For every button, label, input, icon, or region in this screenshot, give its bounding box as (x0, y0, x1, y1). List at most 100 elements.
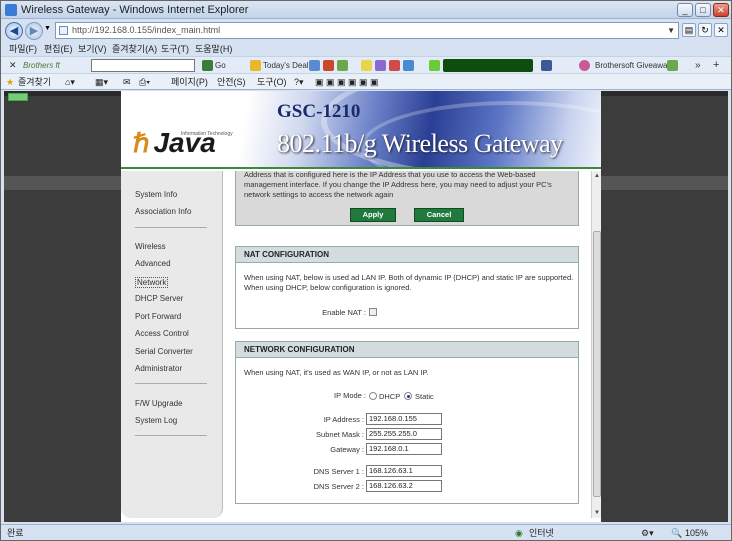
gateway-input[interactable]: 192.168.0.1 (366, 443, 442, 455)
menu-tools[interactable]: 도구(T) (161, 42, 189, 56)
menu-edit[interactable]: 편집(E) (44, 42, 73, 56)
admin-page: ℏ Java Information Technology GSC-1210 80… (121, 91, 601, 522)
page-scrollbar[interactable]: ▲ ▼ (591, 171, 601, 518)
brothersoft-toolbar: ✕ Brothers ft Go Today's Deal Brothersof… (1, 56, 731, 73)
refresh-icon[interactable]: ↻ (698, 23, 712, 37)
dhcp-radio[interactable] (369, 392, 377, 400)
mail-icon[interactable]: ✉ (123, 76, 131, 88)
toolbar-search-input[interactable] (91, 59, 195, 72)
sidebar-item-association-info[interactable]: Association Info (135, 207, 191, 216)
subnet-mask-input[interactable]: 255.255.255.0 (366, 428, 442, 440)
toolbar-g-icon[interactable] (667, 60, 678, 71)
maximize-button[interactable]: □ (695, 3, 711, 17)
dhcp-label: DHCP (379, 392, 401, 401)
media-player-widget[interactable] (443, 59, 533, 72)
feeds-icon[interactable]: ▦▾ (95, 76, 108, 88)
sidebar-item-dhcp-server[interactable]: DHCP Server (135, 294, 183, 303)
network-description: When using NAT, it's used as WAN IP, or … (244, 368, 429, 377)
page-menu[interactable]: 페이지(P) (171, 76, 208, 88)
sidebar-item-advanced[interactable]: Advanced (135, 259, 171, 268)
toolbar-app-icon[interactable] (375, 60, 386, 71)
gateway-label: Gateway : (330, 445, 364, 454)
menu-favorites[interactable]: 즐겨찾기(A) (112, 42, 157, 56)
zoom-icon[interactable]: 🔍 (671, 525, 682, 540)
status-text: 완료 (7, 528, 24, 538)
enable-nat-label: Enable NAT : (322, 308, 366, 317)
page-indicator-icon (8, 93, 28, 101)
minimize-button[interactable]: _ (677, 3, 693, 17)
enable-nat-checkbox[interactable] (369, 308, 377, 316)
internet-zone-icon: ◉ (515, 528, 523, 538)
tools-menu[interactable]: 도구(O) (257, 76, 287, 88)
toolbar-deal[interactable]: Today's Deal (263, 60, 309, 71)
sidebar-nav: System Info Association Info Wireless Ad… (121, 171, 223, 518)
static-radio[interactable] (404, 392, 412, 400)
home-icon[interactable]: ⌂▾ (65, 76, 75, 88)
go-icon[interactable] (202, 60, 213, 71)
sidebar-item-administrator[interactable]: Administrator (135, 364, 182, 373)
sidebar-item-system-log[interactable]: System Log (135, 416, 177, 425)
model-name: GSC-1210 (277, 101, 361, 122)
sidebar-item-fw-upgrade[interactable]: F/W Upgrade (135, 399, 183, 408)
subnet-mask-label: Subnet Mask : (316, 430, 364, 439)
ip-config-text: Address that is configured here is the I… (244, 171, 552, 199)
toolbar-app-icon[interactable] (403, 60, 414, 71)
address-bar: ◀ ▶ ▼ http://192.168.0.155/index_main.ht… (1, 20, 731, 42)
sidebar-item-access-control[interactable]: Access Control (135, 329, 189, 338)
toolbar-app-icon[interactable] (309, 60, 320, 71)
dns2-label: DNS Server 2 : (313, 482, 364, 491)
dns1-input[interactable]: 168.126.63.1 (366, 465, 442, 477)
safety-menu[interactable]: 안전(S) (217, 76, 246, 88)
cancel-button[interactable]: Cancel (414, 208, 464, 222)
sidebar-divider (135, 435, 207, 436)
zoom-level[interactable]: 105% (685, 525, 708, 540)
ip-config-box: Address that is configured here is the I… (235, 171, 579, 226)
back-button[interactable]: ◀ (5, 22, 23, 40)
toolbar-app-icon[interactable] (337, 60, 348, 71)
close-button[interactable]: ✕ (713, 3, 729, 17)
help-icon[interactable]: ?▾ (294, 76, 304, 88)
favorites-button[interactable]: 즐겨찾기 (18, 76, 51, 88)
scroll-down-icon[interactable]: ▼ (592, 508, 602, 518)
menu-file[interactable]: 파일(F) (9, 42, 37, 56)
browser-window: Wireless Gateway - Windows Internet Expl… (0, 0, 732, 541)
web-content: ℏ Java Information Technology GSC-1210 80… (4, 91, 728, 522)
toolbar-go[interactable]: Go (215, 60, 226, 71)
stop-icon[interactable]: ✕ (714, 23, 728, 37)
network-header: NETWORK CONFIGURATION (236, 342, 578, 358)
sidebar-item-wireless[interactable]: Wireless (135, 242, 166, 251)
forward-button[interactable]: ▶ (25, 22, 43, 40)
page-icon (59, 26, 68, 35)
dns2-input[interactable]: 168.126.63.2 (366, 480, 442, 492)
compat-icon[interactable]: ▤ (682, 23, 696, 37)
addon-icons[interactable]: ▣ ▣ ▣ ▣ ▣ ▣ (315, 76, 379, 88)
scroll-thumb[interactable] (593, 231, 601, 497)
toolbar-add-icon[interactable]: + (713, 60, 719, 71)
print-icon[interactable]: ⎙▾ (139, 76, 150, 88)
scroll-up-icon[interactable]: ▲ (592, 171, 602, 181)
protected-mode-icon[interactable]: ⚙▾ (641, 525, 654, 540)
youtube-icon[interactable] (389, 60, 400, 71)
sidebar-item-network[interactable]: Network (135, 277, 169, 288)
sidebar-item-serial-converter[interactable]: Serial Converter (135, 347, 193, 356)
sidebar-divider (135, 227, 207, 228)
toolbar-brand: Brothers ft (23, 61, 60, 70)
toolbar-app-icon[interactable] (429, 60, 440, 71)
url-dropdown-icon[interactable]: ▼ (667, 23, 675, 38)
internet-zone: 인터넷 (529, 528, 554, 538)
toolbar-app-icon[interactable] (323, 60, 334, 71)
ip-address-input[interactable]: 192.168.0.155 (366, 413, 442, 425)
toolbar-giveaway[interactable]: Brothersoft Giveaway (595, 60, 671, 71)
facebook-icon[interactable] (541, 60, 552, 71)
star-icon: ★ (6, 77, 15, 87)
url-input[interactable]: http://192.168.0.155/index_main.html ▼ (55, 22, 679, 39)
mail-icon[interactable] (361, 60, 372, 71)
sidebar-item-system-info[interactable]: System Info (135, 190, 177, 199)
history-dropdown-icon[interactable]: ▼ (44, 25, 51, 32)
sidebar-item-port-forward[interactable]: Port Forward (135, 312, 181, 321)
menu-view[interactable]: 보기(V) (78, 42, 107, 56)
toolbar-more-icon[interactable]: » (695, 60, 701, 71)
menu-help[interactable]: 도움말(H) (195, 42, 232, 56)
apply-button[interactable]: Apply (350, 208, 396, 222)
toolbar-close-icon[interactable]: ✕ (9, 60, 17, 71)
